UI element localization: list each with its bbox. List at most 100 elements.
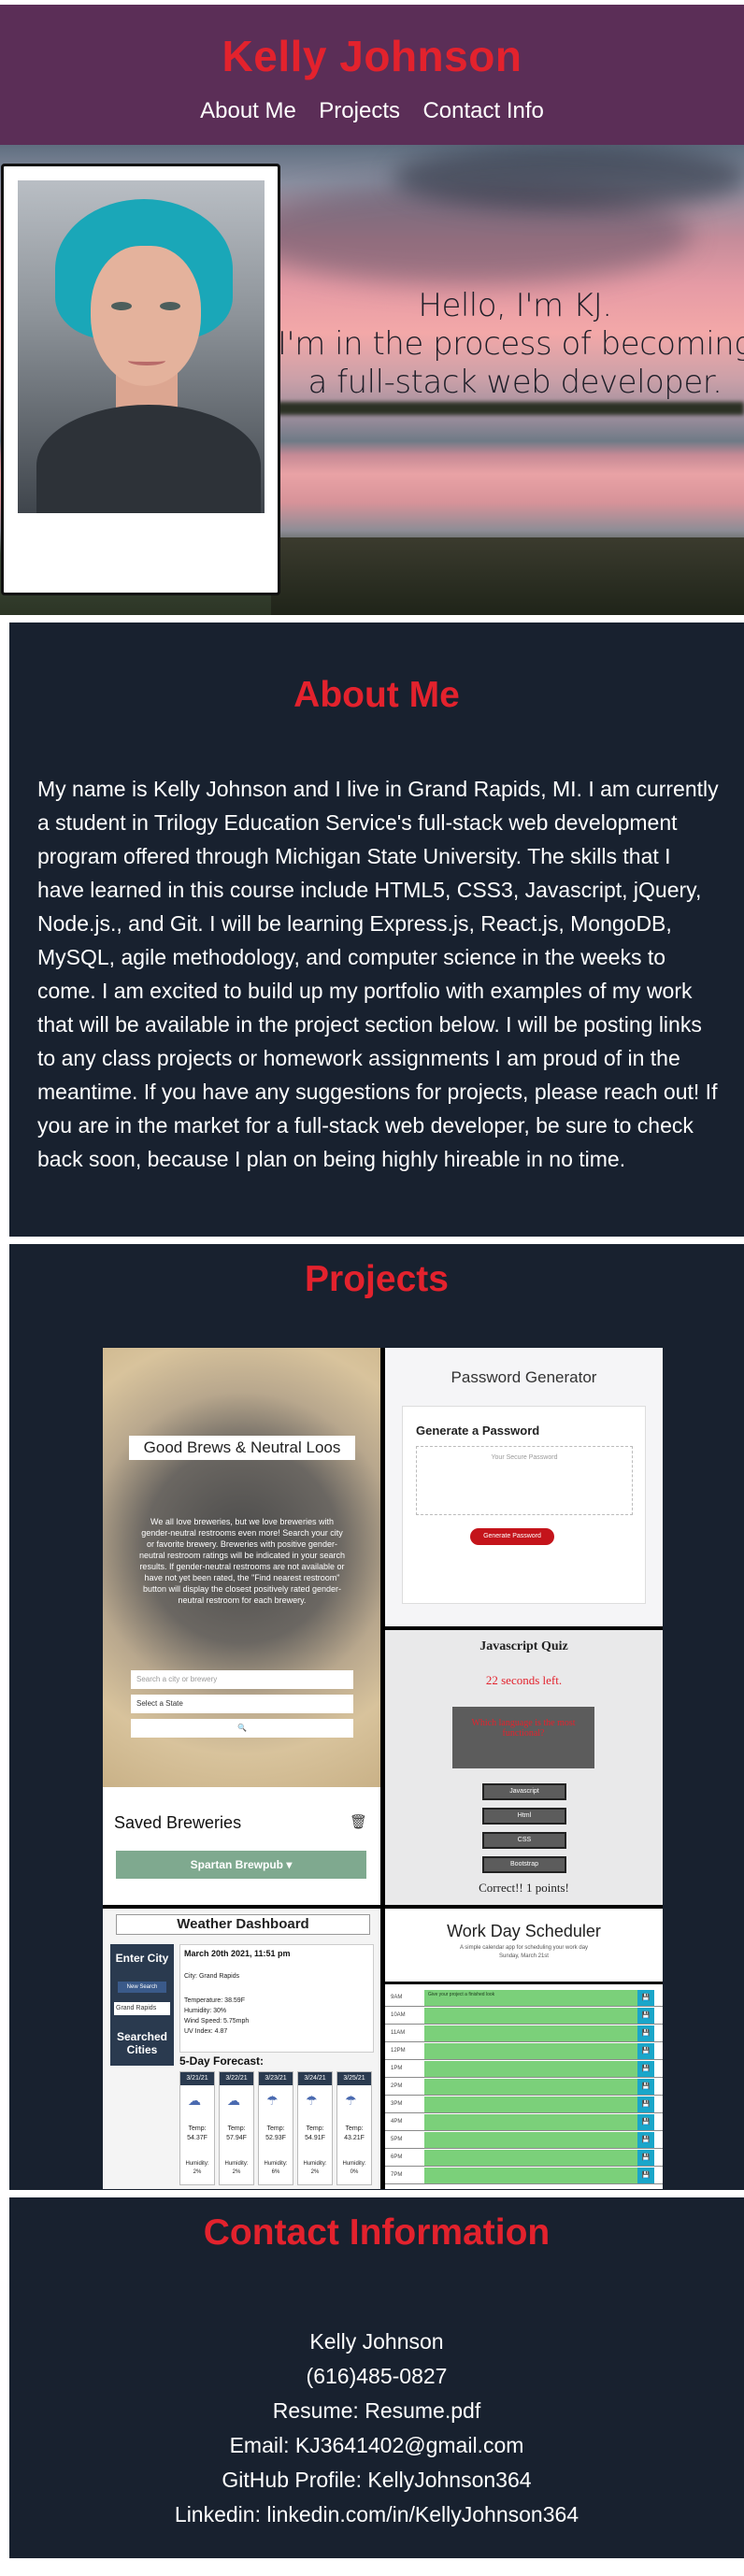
- weather-enter-city-label: Enter City: [115, 1952, 169, 1965]
- scheduler-slot[interactable]: [424, 2150, 637, 2166]
- saved-brewery-button[interactable]: Spartan Brewpub ▾: [116, 1851, 366, 1879]
- forecast-temp-value: 57.94F: [226, 2135, 247, 2141]
- hero-line-2: I'm in the process of becoming: [277, 325, 744, 363]
- forecast-humidity: Humidity: 2%: [185, 2161, 209, 2175]
- save-icon[interactable]: 💾: [637, 2061, 654, 2077]
- project-brewery[interactable]: Good Brews & Neutral Loos We all love br…: [103, 1348, 380, 1905]
- forecast-humidity-value: 2%: [310, 2169, 320, 2175]
- weather-title: Weather Dashboard: [116, 1914, 370, 1935]
- contact-resume-link[interactable]: Resume: Resume.pdf: [9, 2394, 744, 2428]
- weather-temp: Temperature: 38.59F: [184, 1997, 245, 2004]
- forecast-temp-value: 52.93F: [265, 2135, 286, 2141]
- save-icon[interactable]: 💾: [637, 1990, 654, 2006]
- scheduler-slot[interactable]: Give your project a finished look: [424, 1990, 637, 2006]
- site-title: Kelly Johnson: [222, 32, 522, 80]
- contact-details: Kelly Johnson (616)485-0827 Resume: Resu…: [9, 2325, 744, 2532]
- forecast-date: 3/21/21: [180, 2072, 214, 2085]
- weather-date: March 20th 2021, 11:51 pm: [184, 1949, 291, 1958]
- search-icon[interactable]: 🔍: [131, 1719, 353, 1738]
- contact-email-link[interactable]: Email: KJ3641402@gmail.com: [9, 2428, 744, 2463]
- brewery-state-select[interactable]: Select a State: [131, 1695, 353, 1713]
- save-icon[interactable]: 💾: [637, 2043, 654, 2059]
- forecast-date: 3/24/21: [298, 2072, 332, 2085]
- scheduler-header: Work Day Scheduler A simple calendar app…: [385, 1909, 663, 1982]
- scheduler-row: 2PM 💾: [385, 2079, 663, 2096]
- forecast-day: 3/24/21 ☂ Temp: 54.91F Humidity: 2%: [297, 2071, 333, 2185]
- scheduler-row: 12PM 💾: [385, 2043, 663, 2060]
- brewery-title: Good Brews & Neutral Loos: [129, 1436, 355, 1460]
- forecast-humidity-value: 2%: [193, 2169, 202, 2175]
- save-icon[interactable]: 💾: [637, 2008, 654, 2024]
- saved-breweries-title: Saved Breweries: [114, 1813, 242, 1832]
- quiz-title: Javascript Quiz: [479, 1639, 568, 1653]
- scheduler-slot[interactable]: [424, 2025, 637, 2041]
- project-javascript-quiz[interactable]: Javascript Quiz 22 seconds left. Which l…: [385, 1630, 663, 1905]
- save-icon[interactable]: 💾: [637, 2114, 654, 2130]
- hero-line-3: a full-stack web developer.: [308, 364, 723, 401]
- forecast-day: 3/23/21 ☂ Temp: 52.93F Humidity: 6%: [258, 2071, 293, 2185]
- quiz-option[interactable]: Bootstrap: [482, 1856, 566, 1873]
- scheduler-slot[interactable]: [424, 2168, 637, 2183]
- quiz-option[interactable]: CSS: [482, 1832, 566, 1849]
- scheduler-slot[interactable]: [424, 2132, 637, 2148]
- contact-linkedin-link[interactable]: Linkedin: linkedin.com/in/KellyJohnson36…: [9, 2497, 744, 2532]
- scheduler-hour: 6PM: [391, 2154, 403, 2160]
- project-weather-dashboard[interactable]: Weather Dashboard Enter City New Search …: [103, 1909, 380, 2189]
- scheduler-hour: 3PM: [391, 2101, 403, 2107]
- contact-github-link[interactable]: GitHub Profile: KellyJohnson364: [9, 2463, 744, 2497]
- hero-line-1: Hello, I'm KJ.: [418, 287, 612, 324]
- weather-humidity: Humidity: 30%: [184, 2008, 227, 2014]
- nav-about-me[interactable]: About Me: [200, 98, 296, 123]
- scheduler-row: 11AM 💾: [385, 2025, 663, 2042]
- save-icon[interactable]: 💾: [637, 2132, 654, 2148]
- scheduler-hour: 12PM: [391, 2048, 406, 2054]
- forecast-humidity: Humidity: 6%: [264, 2161, 288, 2175]
- save-icon[interactable]: 💾: [637, 2150, 654, 2166]
- forecast-day: 3/25/21 ☂ Temp: 43.21F Humidity: 0%: [336, 2071, 372, 2185]
- scheduler-slot[interactable]: [424, 2097, 637, 2112]
- forecast-temp: Temp: 57.94F: [226, 2125, 247, 2141]
- scheduler-rows: 9AM Give your project a finished look 💾 10A…: [385, 1984, 663, 2189]
- profile-photo-frame: [1, 164, 280, 595]
- site-header: Kelly Johnson About Me Projects Contact …: [0, 0, 744, 145]
- weather-wind: Wind Speed: 5.75mph: [184, 2018, 250, 2025]
- nav-contact-info[interactable]: Contact Info: [422, 98, 543, 123]
- weather-city-item[interactable]: Grand Rapids: [114, 2002, 170, 2015]
- save-icon[interactable]: 💾: [637, 2079, 654, 2095]
- scheduler-slot[interactable]: [424, 2043, 637, 2059]
- quiz-option[interactable]: Html: [482, 1808, 566, 1825]
- scheduler-date: Sunday, March 21st: [499, 1953, 549, 1959]
- scheduler-slot[interactable]: [424, 2079, 637, 2095]
- photo-eye: [111, 302, 132, 310]
- save-icon[interactable]: 💾: [637, 2097, 654, 2112]
- brewery-search-input[interactable]: Search a city or brewery: [131, 1670, 353, 1689]
- scheduler-row: 7PM 💾: [385, 2168, 663, 2184]
- scheduler-slot[interactable]: [424, 2114, 637, 2130]
- project-work-day-scheduler[interactable]: Work Day Scheduler A simple calendar app…: [385, 1909, 663, 2189]
- scheduler-hour: 1PM: [391, 2066, 403, 2071]
- password-output[interactable]: Your Secure Password: [416, 1446, 633, 1515]
- project-password-generator[interactable]: Password Generator Generate a Password Y…: [385, 1348, 663, 1626]
- quiz-timer: 22 seconds left.: [485, 1673, 563, 1687]
- scheduler-slot[interactable]: [424, 2008, 637, 2024]
- trash-icon[interactable]: 🗑: [350, 1813, 367, 1830]
- contact-title: Contact Information: [203, 2212, 551, 2253]
- forecast-day: 3/21/21 ☁ Temp: 54.37F Humidity: 2%: [179, 2071, 215, 2185]
- forecast-temp-value: 54.91F: [305, 2135, 325, 2141]
- password-panel: Generate a Password Your Secure Password…: [402, 1406, 646, 1604]
- save-icon[interactable]: 💾: [637, 2025, 654, 2041]
- contact-phone[interactable]: (616)485-0827: [9, 2359, 744, 2394]
- quiz-question: Which language is the most functional?: [452, 1707, 594, 1768]
- weather-current-panel: March 20th 2021, 11:51 pm City: Grand Ra…: [179, 1944, 374, 2053]
- scheduler-row: 3PM 💾: [385, 2097, 663, 2113]
- photo-mouth: [128, 356, 165, 365]
- forecast-temp-value: 54.37F: [187, 2135, 207, 2141]
- forecast-humidity: Humidity: 2%: [224, 2161, 249, 2175]
- weather-new-search-button[interactable]: New Search: [118, 1982, 166, 1993]
- quiz-option[interactable]: Javascript: [482, 1783, 566, 1800]
- generate-password-button[interactable]: Generate Password: [470, 1528, 554, 1545]
- nav-projects[interactable]: Projects: [319, 98, 400, 123]
- save-icon[interactable]: 💾: [637, 2168, 654, 2183]
- scheduler-slot[interactable]: [424, 2061, 637, 2077]
- quiz-result: Correct!! 1 points!: [479, 1881, 569, 1895]
